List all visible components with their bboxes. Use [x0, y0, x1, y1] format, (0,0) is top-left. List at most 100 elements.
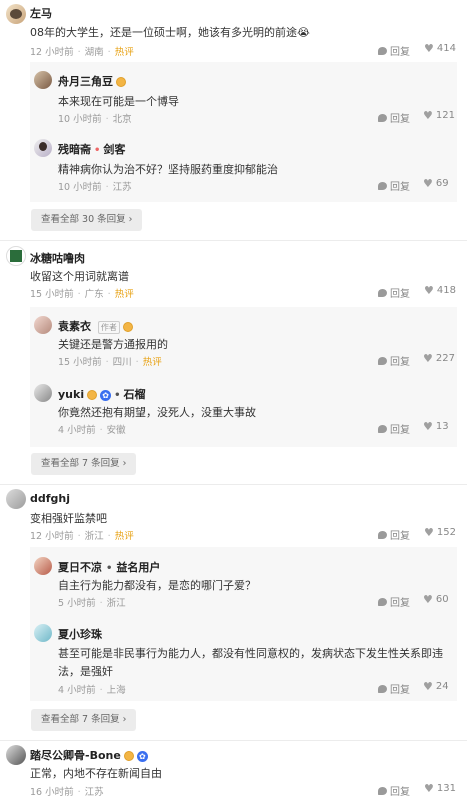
timestamp: 12 小时前 [30, 531, 74, 542]
reply-bubble-icon [378, 684, 387, 693]
verified-icon: ✿ [100, 389, 112, 401]
username-text: 舟月三角豆 [58, 75, 113, 88]
level-badge-icon [116, 77, 126, 87]
chevron-right-icon: › [122, 458, 127, 469]
username[interactable]: 袁素衣 作者 [58, 318, 133, 334]
view-all-label: 查看全部 30 条回复 [41, 214, 126, 225]
title-text: 剑客 [103, 143, 126, 156]
heart-icon: ♥ [423, 176, 433, 190]
location: 江苏 [112, 182, 132, 193]
location: 四川 [112, 357, 132, 368]
like-count: 69 [435, 178, 449, 189]
like-button[interactable]: ♥ 418 [424, 283, 456, 297]
reply-text: 本来现在可能是一个博导 [58, 95, 179, 108]
reply-text: 你竟然还抱有期望，没死人，没重大事故 [58, 406, 256, 419]
location: 江苏 [84, 787, 104, 798]
reply-button[interactable]: 回复 [378, 43, 410, 58]
username[interactable]: ddfghj [30, 492, 70, 505]
view-all-label: 查看全部 7 条回复 [41, 458, 120, 469]
like-button[interactable]: ♥ 152 [424, 527, 456, 539]
like-count: 152 [436, 527, 456, 538]
like-button[interactable]: ♥ 60 [423, 592, 449, 606]
reply-button[interactable]: 回复 [378, 110, 410, 125]
reply-bubble-icon [378, 288, 387, 297]
title-text: 益名用户 [116, 561, 161, 574]
avatar[interactable] [34, 624, 52, 642]
reply-button[interactable]: 回复 [378, 178, 410, 193]
reply-button[interactable]: 回复 [378, 681, 410, 696]
avatar[interactable] [6, 745, 26, 765]
heart-icon: ♥ [423, 419, 433, 433]
location: 北京 [112, 114, 132, 125]
avatar[interactable] [34, 557, 52, 575]
reply-meta: 10 小时前 · 北京 [58, 114, 132, 125]
username[interactable]: 舟月三角豆 [58, 73, 126, 89]
comment-2: 冰糖咕噜肉 收留这个用词就离谱 15 小时前 · 广东 · 热评 回复 ♥ 418 袁素衣… [0, 241, 467, 484]
avatar[interactable] [34, 71, 52, 89]
view-all-replies-button[interactable]: 查看全部 7 条回复 › [31, 453, 137, 475]
reply-button[interactable]: 回复 [378, 421, 410, 436]
level-badge-icon [123, 751, 134, 761]
username-text: 踏尽公卿骨-Bone [30, 749, 121, 762]
like-button[interactable]: ♥ 131 [424, 783, 456, 795]
timestamp: 12 小时前 [30, 47, 74, 58]
reply-text: 甚至可能是非民事行为能力人，都没有性同意权的，发病状态下发生性关系即违 [58, 647, 443, 660]
reply-meta: 4 小时前 · 上海 [58, 685, 126, 696]
like-count: 60 [435, 594, 449, 605]
comment-3: ddfghj 变相强奸监禁吧 12 小时前 · 浙江 · 热评 回复 ♥ 152 夏日不凉… [0, 485, 467, 740]
username[interactable]: 夏小珍珠 [58, 626, 102, 642]
chevron-right-icon: › [122, 714, 127, 725]
avatar[interactable] [34, 384, 52, 402]
like-button[interactable]: ♥ 24 [423, 681, 449, 693]
like-button[interactable]: ♥ 13 [423, 419, 449, 433]
reply-button[interactable]: 回复 [378, 353, 410, 368]
reply-bubble-icon [378, 424, 387, 433]
reply-bubble-icon [378, 356, 387, 365]
like-button[interactable]: ♥ 414 [424, 43, 456, 55]
view-all-replies-button[interactable]: 查看全部 30 条回复 › [31, 209, 143, 231]
reply-label: 回复 [390, 787, 410, 798]
avatar[interactable] [6, 489, 26, 509]
avatar[interactable] [6, 246, 26, 266]
location: 上海 [106, 685, 126, 696]
comment-meta: 15 小时前 · 广东 · 热评 [30, 289, 134, 300]
reply-label: 回复 [390, 531, 410, 542]
reply-bubble-icon [378, 113, 387, 122]
dot-icon: • [106, 563, 113, 574]
username-text: 残暗斋 [58, 143, 91, 156]
username[interactable]: 踏尽公卿骨-Bone ✿ [30, 747, 148, 763]
username-text: yuki [58, 388, 85, 401]
reply-button[interactable]: 回复 [378, 527, 410, 542]
reply-bubble-icon [378, 46, 387, 55]
reply-button[interactable]: 回复 [378, 594, 410, 609]
reply-label: 回复 [390, 289, 410, 300]
view-all-replies-button[interactable]: 查看全部 7 条回复 › [31, 709, 137, 731]
like-button[interactable]: ♥ 69 [423, 176, 449, 190]
timestamp: 4 小时前 [58, 685, 96, 696]
reply-button[interactable]: 回复 [378, 783, 410, 798]
heart-icon: ♥ [423, 592, 433, 606]
avatar[interactable] [6, 4, 26, 24]
reply-meta: 5 小时前 · 浙江 [58, 598, 126, 609]
reply-bubble-icon [378, 530, 387, 539]
avatar[interactable] [34, 139, 52, 157]
comment-text: 变相强奸监禁吧 [30, 512, 107, 525]
flame-icon: • [94, 145, 101, 156]
level-badge-icon [87, 390, 98, 400]
comment-text: 正常，内地不存在新闻自由 [30, 767, 162, 780]
reply-thread: 袁素衣 作者 关键还是警方通报用的 15 小时前 · 四川 · 热评 回复 ♥ 227 y… [30, 307, 457, 447]
like-button[interactable]: ♥ 121 [423, 110, 455, 122]
reply-button[interactable]: 回复 [378, 285, 410, 300]
username[interactable]: 冰糖咕噜肉 [30, 250, 85, 266]
avatar[interactable] [34, 316, 52, 334]
like-button[interactable]: ♥ 227 [423, 353, 455, 365]
username[interactable]: 左马 [30, 5, 52, 21]
reply-label: 回复 [390, 182, 410, 193]
username[interactable]: 残暗斋 • 剑客 [58, 141, 125, 157]
heart-icon: ♥ [424, 283, 434, 297]
timestamp: 4 小时前 [58, 425, 96, 436]
username[interactable]: 夏日不凉 • 益名用户 [58, 559, 160, 575]
username[interactable]: yuki ✿ • 石榴 [58, 386, 146, 402]
view-all-label: 查看全部 7 条回复 [41, 714, 120, 725]
like-count: 414 [436, 43, 456, 54]
